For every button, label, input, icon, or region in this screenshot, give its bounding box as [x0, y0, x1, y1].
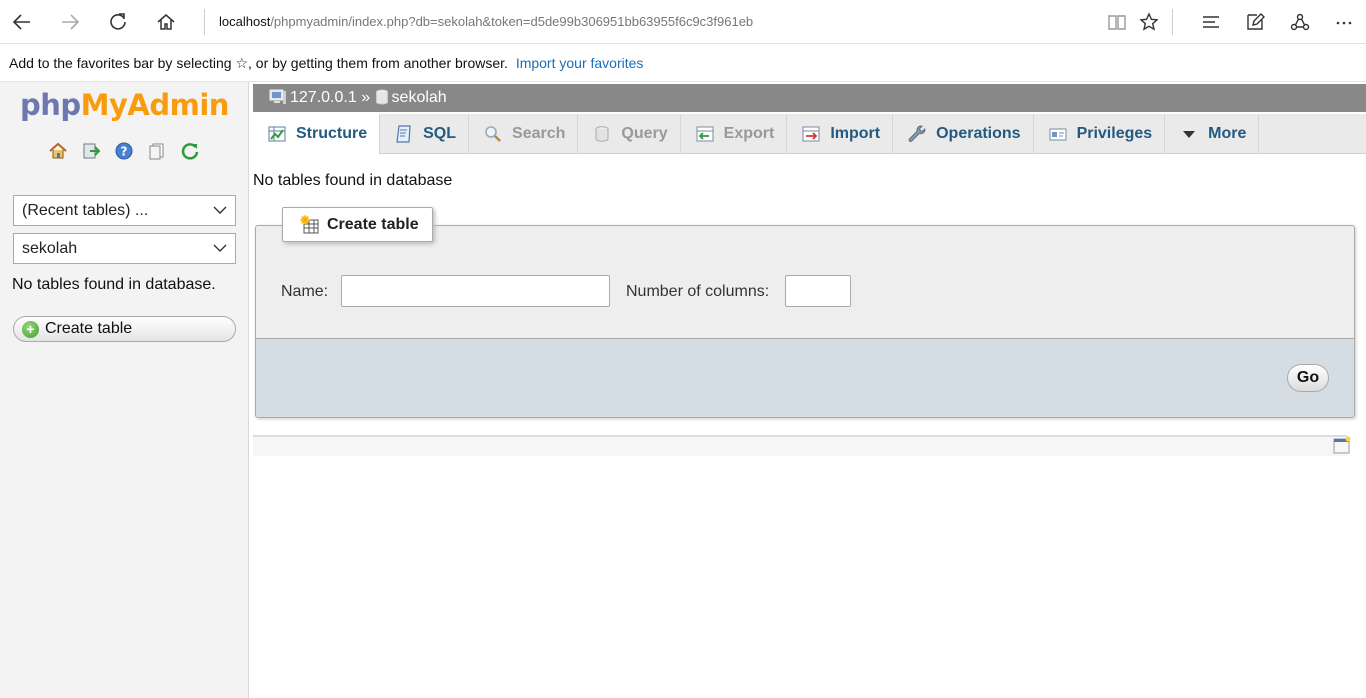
- create-table-fieldset: Create table Name: Number of columns: Go: [255, 207, 1355, 418]
- navigation-panel: phpMyAdmin ? (Recent tables) ... sekolah…: [0, 82, 249, 698]
- database-icon: [375, 87, 389, 115]
- query-icon: [592, 124, 612, 144]
- go-button[interactable]: Go: [1287, 364, 1329, 392]
- server-icon: [269, 87, 287, 115]
- tab-sql[interactable]: SQL: [380, 114, 470, 154]
- breadcrumb-database[interactable]: sekolah: [392, 89, 447, 106]
- num-columns-label: Number of columns:: [626, 283, 770, 300]
- console-icon[interactable]: [1333, 436, 1351, 454]
- favorite-star-icon[interactable]: [1133, 6, 1165, 38]
- tab-operations[interactable]: Operations: [893, 114, 1034, 154]
- add-circle-icon: +: [22, 321, 39, 338]
- privileges-icon: [1048, 124, 1068, 144]
- tab-query[interactable]: Query: [578, 114, 681, 154]
- share-icon[interactable]: [1284, 6, 1316, 38]
- database-tabs: Structure SQL Search Query Export Import: [253, 114, 1366, 155]
- documentation-icon[interactable]: [146, 140, 168, 162]
- chevron-down-icon: [213, 244, 227, 252]
- main-empty-message: No tables found in database: [253, 172, 453, 189]
- breadcrumb-separator: »: [361, 89, 371, 106]
- chevron-down-icon: [213, 206, 227, 214]
- url-path: /phpmyadmin/index.php?db=sekolah&token=d…: [270, 14, 754, 29]
- num-columns-input[interactable]: [785, 275, 851, 307]
- nav-empty-message: No tables found in database.: [12, 276, 216, 293]
- new-table-icon: [300, 215, 319, 234]
- reading-view-icon[interactable]: [1101, 6, 1133, 38]
- page-bottom-strip: [253, 435, 1347, 456]
- home-icon[interactable]: [47, 140, 69, 162]
- database-select[interactable]: sekolah: [13, 233, 236, 264]
- reload-navigation-icon[interactable]: [179, 140, 201, 162]
- phpmyadmin-logo[interactable]: phpMyAdmin: [20, 85, 229, 125]
- table-name-label: Name:: [281, 283, 329, 300]
- home-icon[interactable]: [150, 6, 182, 38]
- url-host: localhost: [219, 14, 271, 29]
- breadcrumb-server[interactable]: 127.0.0.1: [290, 89, 357, 106]
- breadcrumb: 127.0.0.1 » sekolah: [253, 84, 1366, 112]
- refresh-icon[interactable]: [102, 6, 134, 38]
- export-icon: [695, 124, 715, 144]
- create-table-legend: Create table: [282, 207, 433, 242]
- browser-toolbar: localhost/phpmyadmin/index.php?db=sekola…: [0, 0, 1366, 44]
- help-icon[interactable]: ?: [113, 140, 135, 162]
- sql-icon: [394, 124, 414, 144]
- tab-privileges[interactable]: Privileges: [1034, 114, 1166, 154]
- caret-down-icon: [1179, 124, 1199, 144]
- recent-tables-select[interactable]: (Recent tables) ...: [13, 195, 236, 226]
- import-favorites-link[interactable]: Import your favorites: [516, 55, 644, 71]
- more-options-icon[interactable]: [1328, 6, 1360, 38]
- create-table-footer: Go: [256, 338, 1354, 417]
- forward-arrow-icon[interactable]: [54, 6, 86, 38]
- wrench-icon: [907, 124, 927, 144]
- favorites-message: Add to the favorites bar by selecting ☆,…: [9, 55, 508, 71]
- table-name-input[interactable]: [341, 275, 610, 307]
- hub-icon[interactable]: [1195, 6, 1227, 38]
- address-bar[interactable]: localhost/phpmyadmin/index.php?db=sekola…: [219, 13, 1079, 31]
- search-icon: [483, 124, 503, 144]
- structure-icon: [267, 124, 287, 144]
- toolbar-divider: [204, 9, 205, 35]
- toolbar-divider-2: [1172, 9, 1173, 35]
- logout-icon[interactable]: [80, 140, 102, 162]
- tab-import[interactable]: Import: [787, 114, 894, 154]
- tab-more[interactable]: More: [1165, 114, 1260, 154]
- nav-icon-bar: ?: [47, 140, 212, 162]
- nav-create-table-button[interactable]: + Create table: [13, 316, 236, 342]
- tab-search[interactable]: Search: [469, 114, 579, 154]
- svg-text:?: ?: [121, 145, 128, 159]
- favorites-bar: Add to the favorites bar by selecting ☆,…: [0, 44, 1366, 82]
- tab-export[interactable]: Export: [681, 114, 788, 154]
- tab-structure[interactable]: Structure: [253, 114, 381, 155]
- back-arrow-icon[interactable]: [6, 6, 38, 38]
- import-icon: [801, 124, 821, 144]
- web-note-icon[interactable]: [1239, 6, 1271, 38]
- main-content: 127.0.0.1 » sekolah Structure SQL Search…: [250, 82, 1366, 698]
